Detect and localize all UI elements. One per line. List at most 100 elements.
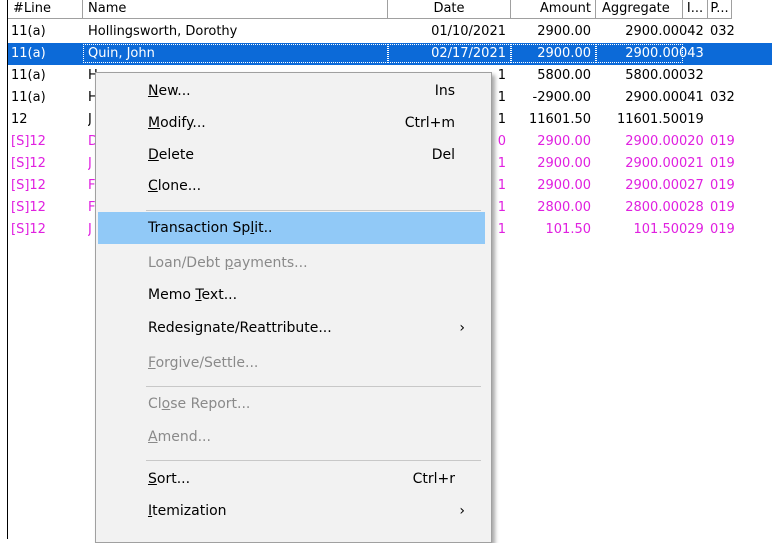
label-text: Redesignate/Reattribute... bbox=[148, 320, 332, 336]
menu-item-label: Close Report... bbox=[148, 388, 250, 420]
focus-rect bbox=[388, 44, 511, 63]
cell-p bbox=[710, 43, 740, 65]
label-text: ew... bbox=[158, 83, 191, 99]
cell-i: 028 bbox=[679, 200, 704, 215]
focus-rect bbox=[511, 44, 596, 63]
menu-item-label: Modify... bbox=[148, 107, 206, 139]
menu-item-amend: Amend... bbox=[98, 421, 485, 453]
cell-p: 019 bbox=[710, 200, 735, 215]
cell-amount: 5800.00 bbox=[537, 68, 591, 83]
menu-item-loan-debt-payments: Loan/Debt payments... bbox=[98, 247, 485, 279]
label-text: ort... bbox=[156, 471, 191, 487]
cell-line: 11(a) bbox=[11, 46, 46, 61]
cell-i: 027 bbox=[679, 178, 704, 193]
menu-item-transaction-split[interactable]: Transaction Split.. bbox=[98, 212, 485, 244]
cell-p: 019 bbox=[710, 134, 735, 149]
label-text: ext... bbox=[201, 287, 238, 303]
cell-line: 11(a) bbox=[11, 24, 46, 39]
label-text: Transaction Sp bbox=[148, 220, 251, 236]
cell-amount: 101.50 bbox=[545, 222, 592, 237]
cell-i: 020 bbox=[679, 134, 704, 149]
menu-item-label: Memo Text... bbox=[148, 279, 237, 311]
label-text: lone... bbox=[157, 178, 202, 194]
cell-p bbox=[710, 65, 740, 87]
access-key: C bbox=[148, 178, 158, 194]
menu-item-itemization[interactable]: Itemization › bbox=[98, 495, 485, 527]
menu-separator bbox=[146, 460, 481, 461]
cell-line: 11(a) bbox=[11, 90, 46, 105]
menu-item-label: Loan/Debt payments... bbox=[148, 247, 308, 279]
label-text: orgive/Settle... bbox=[155, 355, 259, 371]
cell-i: 042 bbox=[679, 24, 704, 39]
cell-p: 032 bbox=[710, 24, 735, 39]
cell-p: 019 bbox=[710, 222, 735, 237]
cell-amount: 2800.00 bbox=[537, 200, 591, 215]
access-key: S bbox=[148, 471, 157, 487]
menu-shortcut: Ctrl+r bbox=[412, 471, 455, 487]
cell-aggregate: 2900.00 bbox=[625, 178, 679, 193]
menu-item-label: Sort... bbox=[148, 463, 190, 495]
menu-item-sort[interactable]: Sort... Ctrl+r bbox=[98, 463, 485, 495]
focus-rect bbox=[596, 44, 683, 63]
menu-shortcut: Del bbox=[431, 147, 455, 163]
menu-item-modify[interactable]: Modify... Ctrl+m bbox=[98, 107, 485, 139]
menu-item-close-report: Close Report... bbox=[98, 388, 485, 420]
cell-line: 11(a) bbox=[11, 68, 46, 83]
menu-shortcut: Ctrl+m bbox=[404, 115, 455, 131]
cell-aggregate: 101.50 bbox=[633, 222, 680, 237]
menu-item-label: Redesignate/Reattribute... bbox=[148, 312, 332, 344]
cell-i: 041 bbox=[679, 90, 704, 105]
menu-item-new[interactable]: New... Ins bbox=[98, 75, 485, 107]
cell-amount: 2900.00 bbox=[537, 156, 591, 171]
cell-aggregate: 2900.00 bbox=[625, 134, 679, 149]
table-row[interactable]: 11(a) Quin, John 02/17/2021 2900.00 2900.00 0… bbox=[8, 43, 772, 65]
column-header-aggregate[interactable]: Aggregate bbox=[596, 0, 683, 19]
context-menu: New... Ins Modify... Ctrl+m Delete Del Clone..… bbox=[95, 72, 492, 543]
menu-item-delete[interactable]: Delete Del bbox=[98, 139, 485, 171]
column-header-i[interactable]: I... bbox=[683, 0, 708, 19]
menu-item-label: New... bbox=[148, 75, 191, 107]
menu-item-label: Clone... bbox=[148, 170, 201, 202]
table-row[interactable]: 11(a) Hollingsworth, Dorothy 01/10/2021 290… bbox=[8, 21, 772, 43]
cell-line: [S]12 bbox=[11, 222, 46, 237]
column-header-name[interactable]: Name bbox=[83, 0, 388, 19]
menu-separator bbox=[146, 210, 481, 211]
focus-rect bbox=[83, 44, 388, 63]
label-text: temization bbox=[152, 503, 227, 519]
cell-name: Hollingsworth, Dorothy bbox=[88, 24, 238, 39]
column-header-date[interactable]: Date bbox=[388, 0, 511, 19]
cell-line: [S]12 bbox=[11, 134, 46, 149]
cell-i: 019 bbox=[679, 112, 704, 127]
cell-amount: 2900.00 bbox=[537, 134, 591, 149]
label-text: Cl bbox=[148, 396, 162, 412]
cell-aggregate: 5800.00 bbox=[625, 68, 679, 83]
menu-item-label: Forgive/Settle... bbox=[148, 347, 258, 379]
cell-i: 032 bbox=[679, 68, 704, 83]
menu-item-label: Delete bbox=[148, 139, 194, 171]
menu-item-redesignate-reattribute[interactable]: Redesignate/Reattribute... › bbox=[98, 312, 485, 344]
label-text: se Report... bbox=[170, 396, 251, 412]
cell-p: 019 bbox=[710, 178, 735, 193]
cell-aggregate: 11601.50 bbox=[616, 112, 679, 127]
cell-amount: 11601.50 bbox=[528, 112, 591, 127]
cell-aggregate: 2900.00 bbox=[625, 24, 679, 39]
label-text: elete bbox=[158, 147, 194, 163]
cell-line: [S]12 bbox=[11, 200, 46, 215]
menu-separator bbox=[146, 386, 481, 387]
cell-i: 029 bbox=[679, 222, 704, 237]
menu-item-memo-text[interactable]: Memo Text... bbox=[98, 279, 485, 311]
access-key: M bbox=[148, 115, 161, 131]
menu-item-clone[interactable]: Clone... bbox=[98, 170, 485, 202]
column-header-p[interactable]: P... bbox=[708, 0, 732, 19]
submenu-arrow-icon: › bbox=[459, 320, 465, 336]
column-header-line[interactable]: #Line bbox=[8, 0, 83, 19]
access-key: o bbox=[161, 396, 171, 412]
label-text: Loan/Debt bbox=[148, 255, 225, 271]
column-header-amount[interactable]: Amount bbox=[511, 0, 596, 19]
cell-i: 043 bbox=[679, 46, 704, 61]
cell-line: 12 bbox=[11, 112, 28, 127]
access-key: N bbox=[148, 83, 159, 99]
cell-amount: 2900.00 bbox=[537, 178, 591, 193]
label-text: Memo bbox=[148, 287, 196, 303]
cell-aggregate: 2900.00 bbox=[625, 156, 679, 171]
